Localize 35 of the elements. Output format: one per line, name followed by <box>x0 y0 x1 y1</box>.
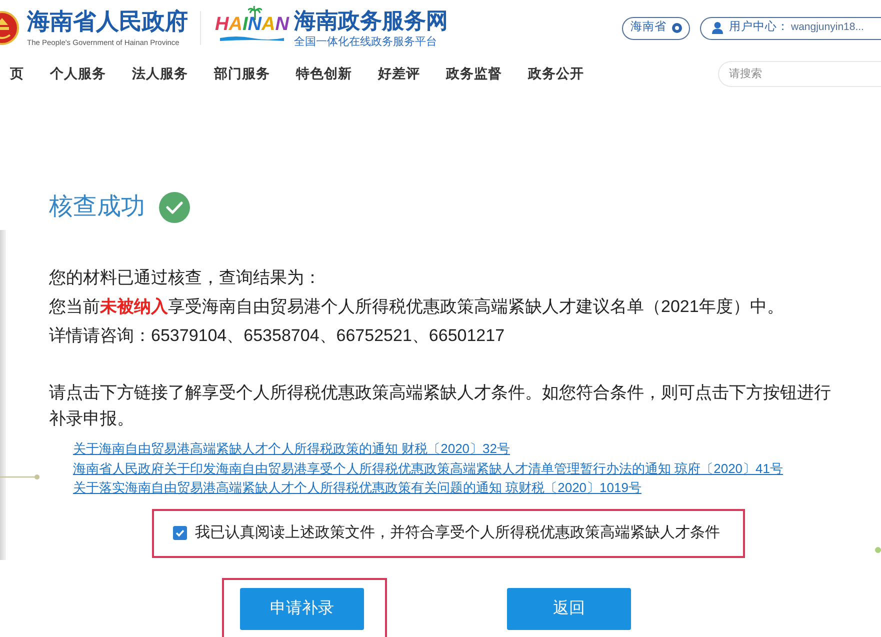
result-title: 核查成功 <box>49 192 145 222</box>
portal-subtitle: 全国一体化在线政务服务平台 <box>294 36 437 48</box>
result-text: 您当前未被纳入享受海南自由贸易港个人所得税优惠政策高端紧缺人才建议名单（2021年度）中。 <box>49 296 784 318</box>
nav-link[interactable]: 法人服务 <box>132 64 188 84</box>
emblem-icon <box>0 11 20 45</box>
site-title: 海南省人民政府 <box>27 8 188 34</box>
nav-link[interactable]: 页 <box>10 64 24 84</box>
policy-link[interactable]: 关于落实海南自由贸易港高端紧缺人才个人所得税优惠政策有关问题的通知 琼财税〔2020〕1019号 <box>73 478 642 498</box>
wave-icon <box>220 35 284 41</box>
instruction-text: 请点击下方链接了解享受个人所得税优惠政策高端紧缺人才条件。如您符合条件，则可点击下方按钮进行补录申报。 <box>49 382 832 430</box>
nav-link[interactable]: 部门服务 <box>214 64 270 84</box>
decorative-dot <box>875 547 881 553</box>
nav-link[interactable]: 特色创新 <box>296 64 352 84</box>
check-circle-icon <box>159 192 190 222</box>
user-center[interactable]: 用户中心： wangjunyin18... <box>700 16 881 40</box>
result-text: 您的材料已通过核查，查询结果为： <box>49 267 321 289</box>
nav-link[interactable]: 政务公开 <box>528 64 584 84</box>
ring-icon <box>672 23 682 33</box>
decorative-line <box>0 474 40 480</box>
checkbox-label: 我已认真阅读上述政策文件，并符合享受个人所得税优惠政策高端紧缺人才条件 <box>195 522 720 543</box>
user-name: wangjunyin18... <box>791 20 864 36</box>
result-text: 详情请咨询：65379104、65358704、66752521、66501217 <box>49 325 505 347</box>
user-label: 用户中心： <box>729 19 789 36</box>
policy-link[interactable]: 海南省人民政府关于印发海南自由贸易港享受个人所得税优惠政策高端紧缺人才清单管理暂行办法的通知 琼府〔2020〕41号 <box>73 458 783 478</box>
portal-title: 海南政务服务网 <box>294 8 448 34</box>
region-selector[interactable]: 海南省 <box>622 16 690 40</box>
logo-wordmark: HAINAN <box>215 15 289 35</box>
region-label: 海南省 <box>630 20 666 36</box>
search-field[interactable]: 请搜索 <box>718 61 881 87</box>
user-icon <box>712 22 723 34</box>
nav-link[interactable]: 政务监督 <box>446 64 502 84</box>
policy-link[interactable]: 关于海南自由贸易港高端紧缺人才个人所得税政策的通知 财税〔2020〕32号 <box>73 439 510 458</box>
checkbox[interactable] <box>173 526 187 540</box>
nav-link[interactable]: 个人服务 <box>50 64 106 84</box>
nav-link[interactable]: 好差评 <box>378 64 420 84</box>
